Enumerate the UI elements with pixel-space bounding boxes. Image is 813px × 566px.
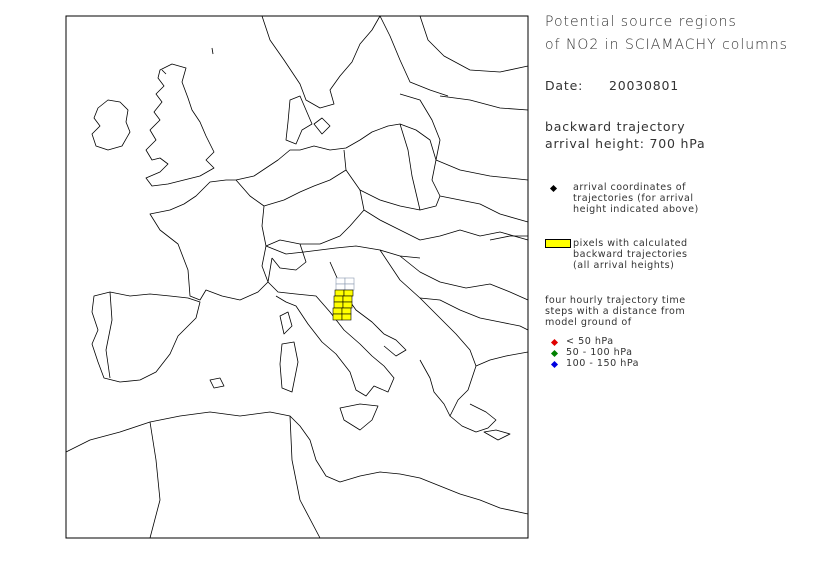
- zealand-outline: [313, 117, 331, 135]
- ireland-outline: [91, 99, 131, 151]
- scandinavia-outline: [261, 15, 381, 109]
- pixel-filled: [333, 295, 344, 303]
- pixel-filled: [342, 295, 353, 303]
- legend-arrival-line-2: trajectories (for arrival: [573, 193, 694, 204]
- pixel-filled: [334, 289, 345, 297]
- legend-steps-header-2: steps with a distance from: [545, 306, 686, 317]
- legend-arrival-line-3: height indicated above): [573, 204, 699, 215]
- yellow-rectangle-icon: [545, 239, 571, 248]
- portugal-border: [105, 291, 113, 379]
- trajectory-type: backward trajectory: [545, 119, 686, 134]
- continental-coast: [235, 123, 529, 223]
- great-britain-outline: [145, 63, 215, 187]
- pixel-empty: [344, 277, 355, 285]
- sardinia-outline: [279, 341, 299, 393]
- legend-step-1-label: < 50 hPa: [566, 336, 614, 347]
- pixel-empty: [344, 283, 355, 291]
- pixel-filled: [341, 313, 352, 321]
- pixel-filled: [333, 301, 344, 309]
- finland-coast: [419, 15, 529, 73]
- italy-outline: [267, 257, 395, 397]
- pixel-filled: [332, 307, 343, 315]
- legend-step-3-label: 100 - 150 hPa: [566, 358, 640, 369]
- legend-step-2-label: 50 - 100 hPa: [566, 347, 633, 358]
- orkney-outline: [161, 69, 167, 75]
- pixel-filled: [343, 289, 354, 297]
- russia-border: [439, 95, 529, 111]
- pixel-grid: [332, 277, 355, 321]
- legend-steps-header-3: model ground of: [545, 317, 632, 328]
- crete-outline: [483, 429, 511, 441]
- germany-west-border: [263, 149, 347, 207]
- carpathian-border: [363, 209, 529, 241]
- title-line-2: of NO2 in SCIAMACHY columns: [545, 37, 788, 53]
- arrival-height: arrival height: 700 hPa: [545, 136, 706, 151]
- baltic-coast: [379, 15, 449, 97]
- switzerland-border: [271, 243, 307, 271]
- aegean-coast: [475, 351, 529, 367]
- legend-steps-header-1: four hourly trajectory time: [545, 295, 686, 306]
- legend-pixels-line-2: backward trajectories: [573, 249, 688, 260]
- title-line-1: Potential source regions: [545, 14, 737, 30]
- sicily-outline: [339, 403, 379, 431]
- baltic-states-border: [399, 93, 441, 161]
- pixel-empty: [335, 277, 346, 285]
- pixel-filled: [341, 307, 352, 315]
- shetland-outline: [211, 47, 214, 55]
- coastlines-and-borders: [65, 15, 529, 539]
- pixel-filled: [342, 301, 353, 309]
- peloponnese-outline: [449, 403, 497, 433]
- legend-pixels-line-3: (all arrival heights): [573, 260, 675, 271]
- north-africa-coast: [65, 411, 529, 515]
- legend-arrival-line-1: arrival coordinates of: [573, 182, 686, 193]
- date-label: Date:: [545, 78, 584, 93]
- balkan-north-border: [399, 255, 529, 301]
- denmark-outline: [285, 95, 313, 145]
- belarus-border: [435, 159, 529, 181]
- france-outline: [149, 179, 269, 301]
- map-frame: [65, 15, 529, 539]
- corsica-outline: [279, 311, 293, 335]
- algeria-tunisia-border: [289, 415, 321, 539]
- balkan-coast: [379, 249, 477, 417]
- balearic-islands-outline: [209, 377, 225, 389]
- europe-map: [65, 15, 529, 539]
- germany-south-border: [265, 169, 365, 247]
- pixel-filled: [332, 313, 343, 321]
- date-value: 20030801: [609, 78, 680, 93]
- algeria-morocco-border: [149, 421, 161, 539]
- pixel-empty: [335, 283, 346, 291]
- poland-east-border: [399, 123, 421, 211]
- poland-south-border: [359, 189, 441, 211]
- alpine-border: [265, 245, 421, 259]
- legend-pixels-line-1: pixels with calculated: [573, 238, 688, 249]
